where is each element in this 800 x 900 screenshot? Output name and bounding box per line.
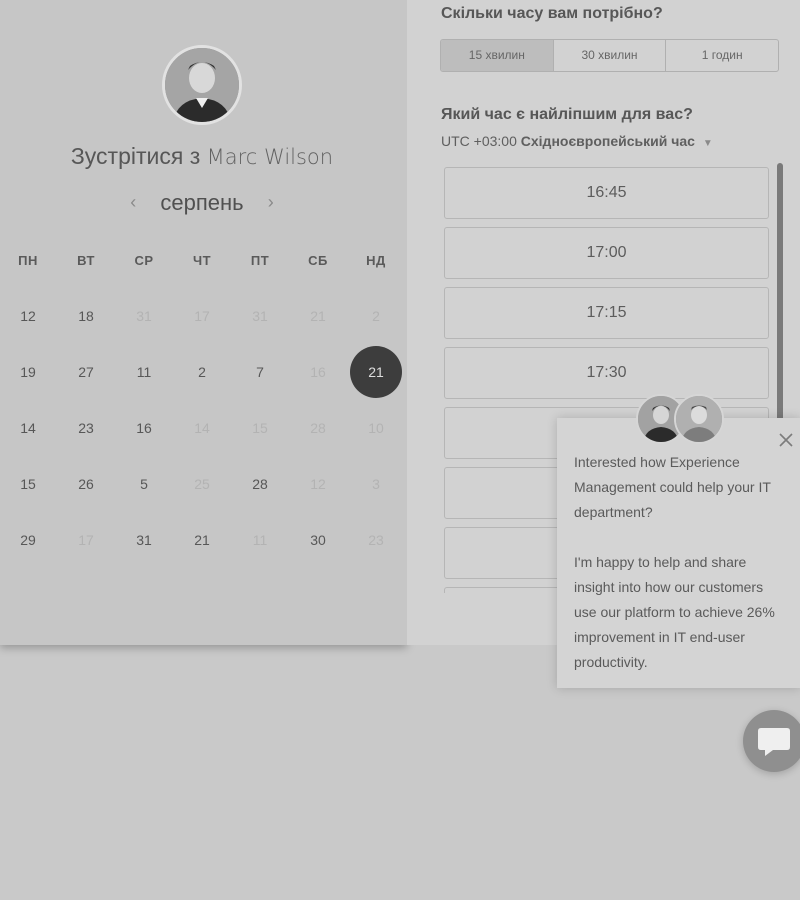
chat-message-body: I'm happy to help and share insight into… [574, 554, 775, 670]
host-title-prefix: Зустрітися з [70, 143, 201, 169]
agent-avatar-2 [674, 394, 724, 444]
calendar-day[interactable]: 26 [60, 458, 112, 510]
calendar-day[interactable]: 28 [234, 458, 286, 510]
weekday-label: НД [366, 253, 386, 268]
chevron-left-icon[interactable]: ‹ [130, 192, 136, 213]
calendar-day: 3 [372, 476, 380, 492]
chat-message-intro: Interested how Experience Management cou… [574, 454, 771, 520]
duration-option[interactable]: 1 годин [666, 40, 778, 71]
calendar-day: 16 [310, 364, 326, 380]
calendar-day: 21 [310, 308, 326, 324]
calendar-day: 23 [368, 532, 384, 548]
timezone-name: Східноєвропейський час [520, 133, 695, 149]
month-navigation: ‹ серпень › [0, 190, 404, 216]
host-title: Зустрітися з Marc Wilson [0, 143, 404, 170]
host-avatar [162, 45, 242, 125]
timeslot-button[interactable]: 17:15 [444, 287, 769, 339]
timezone-offset: UTC +03:00 [441, 133, 517, 149]
chat-message: Interested how Experience Management cou… [574, 450, 789, 675]
calendar-day: 31 [252, 308, 268, 324]
duration-selector: 15 хвилин 30 хвилин 1 годин [440, 39, 779, 72]
duration-heading: Скільки часу вам потрібно? [441, 5, 663, 22]
calendar-day: 25 [194, 476, 210, 492]
calendar-day[interactable]: 30 [292, 514, 344, 566]
timezone-dropdown[interactable]: UTC +03:00 Східноєвропейський час ▼ [441, 133, 713, 149]
calendar-day[interactable]: 7 [234, 346, 286, 398]
calendar-day: 2 [372, 308, 380, 324]
calendar-day[interactable]: 12 [2, 290, 54, 342]
calendar-day[interactable]: 19 [2, 346, 54, 398]
duration-option[interactable]: 30 хвилин [554, 40, 667, 71]
calendar-day[interactable]: 2 [176, 346, 228, 398]
scrollbar-thumb[interactable] [777, 163, 783, 433]
weekday-label: ЧТ [192, 253, 212, 268]
calendar-day: 31 [136, 308, 152, 324]
time-heading: Який час є найліпшим для вас? [441, 106, 693, 123]
calendar-day[interactable]: 27 [60, 346, 112, 398]
chevron-right-icon[interactable]: › [268, 192, 274, 213]
calendar-day: 15 [252, 420, 268, 436]
calendar-day[interactable]: 29 [2, 514, 54, 566]
caret-down-icon: ▼ [702, 138, 713, 149]
chat-launcher-button[interactable] [743, 710, 800, 772]
weekday-label: ВТ [77, 253, 95, 268]
duration-option[interactable]: 15 хвилин [441, 40, 554, 71]
calendar-day: 28 [310, 420, 326, 436]
calendar-day: 10 [368, 420, 384, 436]
weekday-label: СР [134, 253, 154, 268]
calendar-day[interactable]: 21 [176, 514, 228, 566]
calendar-day: 17 [78, 532, 94, 548]
timeslot-button[interactable]: 17:00 [444, 227, 769, 279]
calendar-day[interactable]: 11 [118, 346, 170, 398]
month-label: серпень [160, 190, 244, 215]
host-name: Marc Wilson [206, 145, 334, 169]
calendar-day[interactable]: 23 [60, 402, 112, 454]
calendar-day: 11 [252, 532, 268, 548]
timeslot-button[interactable]: 16:45 [444, 167, 769, 219]
calendar-day: 12 [310, 476, 326, 492]
weekday-label: ПТ [250, 253, 270, 268]
calendar-day[interactable]: 14 [2, 402, 54, 454]
weekday-label: ПН [18, 253, 38, 268]
calendar-day[interactable]: 18 [60, 290, 112, 342]
calendar-day: 14 [194, 420, 210, 436]
weekday-label: СБ [308, 253, 328, 268]
chat-bubble-icon [758, 728, 790, 756]
timeslot-button[interactable]: 17:30 [444, 347, 769, 399]
calendar-day[interactable]: 31 [118, 514, 170, 566]
calendar-day[interactable]: 15 [2, 458, 54, 510]
calendar-day[interactable]: 16 [118, 402, 170, 454]
calendar-day[interactable]: 5 [118, 458, 170, 510]
calendar-day: 17 [194, 308, 210, 324]
calendar-day-selected[interactable]: 21 [350, 346, 402, 398]
close-icon[interactable] [776, 430, 796, 450]
